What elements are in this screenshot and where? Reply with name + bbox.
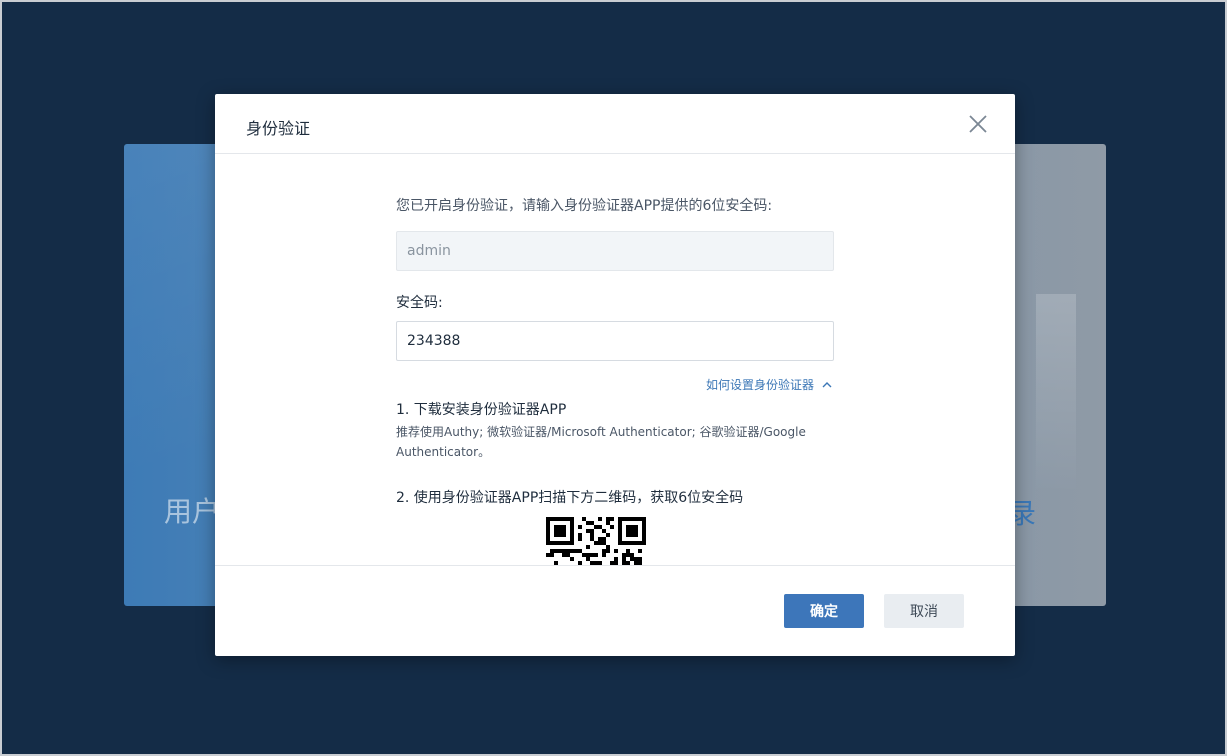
dialog-footer: 确定 取消 bbox=[215, 565, 1015, 656]
how-to-setup-link[interactable]: 如何设置身份验证器 bbox=[706, 376, 832, 393]
intro-text: 您已开启身份验证，请输入身份验证器APP提供的6位安全码: bbox=[396, 198, 773, 214]
auth-dialog: 身份验证 您已开启身份验证，请输入身份验证器APP提供的6位安全码: 安全码: … bbox=[215, 94, 1015, 656]
close-icon[interactable] bbox=[967, 113, 989, 135]
step2-title: 2. 使用身份验证器APP扫描下方二维码，获取6位安全码 bbox=[396, 490, 744, 506]
confirm-button[interactable]: 确定 bbox=[784, 594, 864, 628]
step1-description: 推荐使用Authy; 微软验证器/Microsoft Authenticator… bbox=[396, 425, 806, 459]
step1-title: 1. 下载安装身份验证器APP bbox=[396, 402, 567, 418]
page: 用户 录 身份验证 您已开启身份验证，请输入身份验证器APP提供的6位安全码: … bbox=[0, 0, 1227, 756]
dialog-body: 您已开启身份验证，请输入身份验证器APP提供的6位安全码: 安全码: 如何设置身… bbox=[215, 155, 1015, 565]
username-field[interactable] bbox=[396, 231, 834, 271]
cancel-button[interactable]: 取消 bbox=[884, 594, 964, 628]
security-code-label: 安全码: bbox=[396, 295, 443, 311]
dialog-title: 身份验证 bbox=[246, 119, 311, 138]
chevron-up-icon bbox=[822, 379, 832, 392]
qr-code-icon bbox=[546, 517, 646, 565]
security-code-input[interactable] bbox=[396, 321, 834, 361]
dialog-header: 身份验证 bbox=[215, 94, 1015, 154]
how-to-setup-link-label: 如何设置身份验证器 bbox=[705, 378, 814, 392]
